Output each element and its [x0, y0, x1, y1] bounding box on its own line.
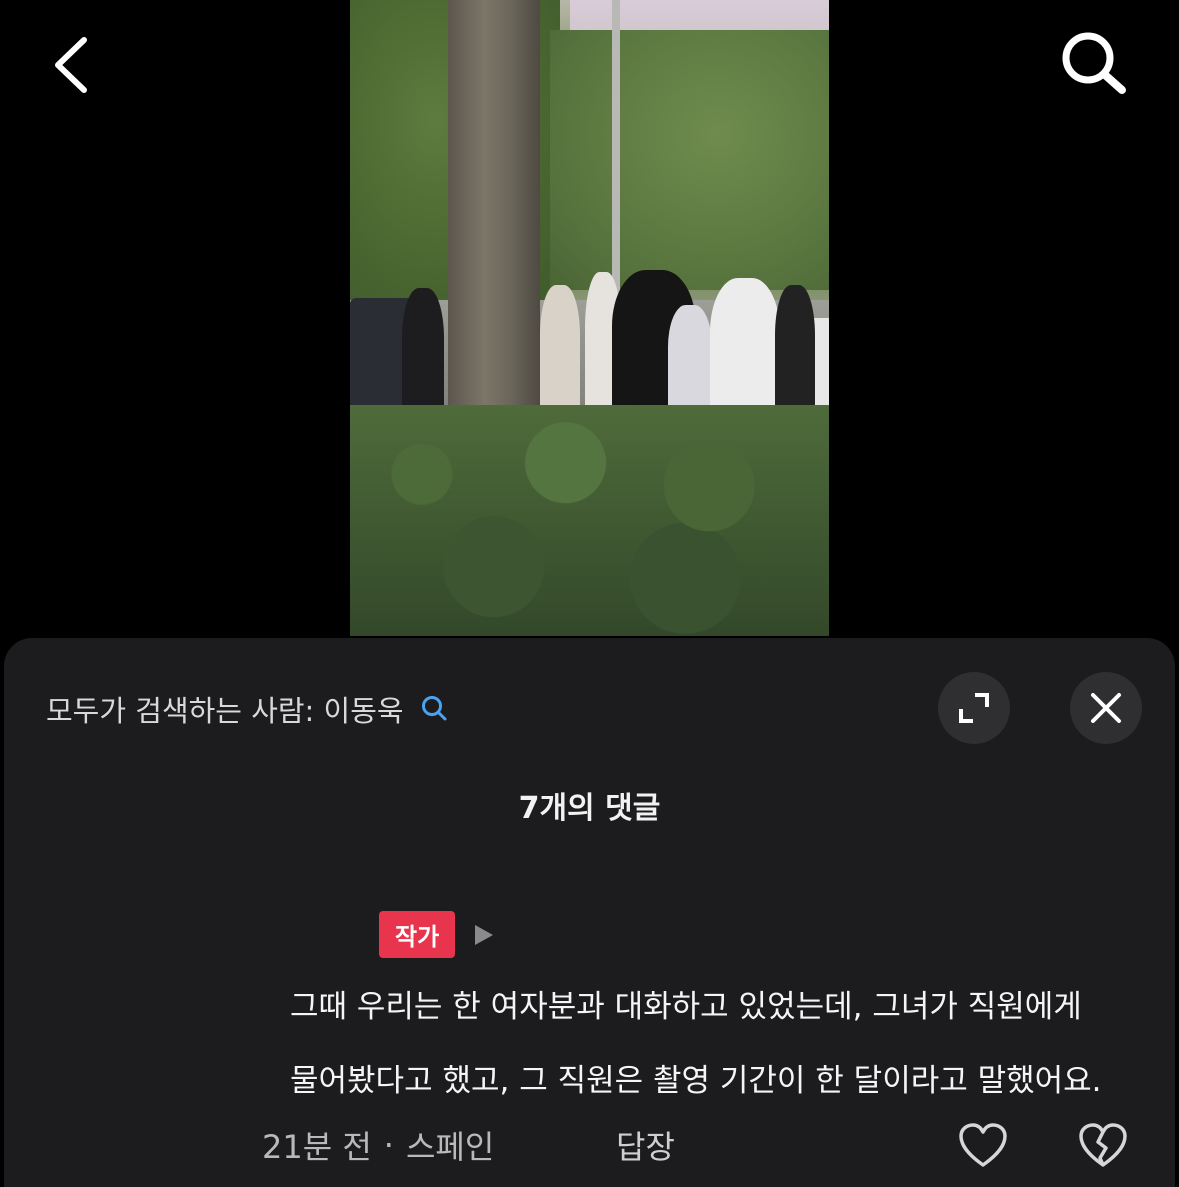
comment-meta: 21분 전 · 스페인 — [262, 1122, 494, 1168]
comments-sheet: 모두가 검색하는 사람: 이동욱 7개의 댓글 작가 그때 우리는 한 여자분과… — [4, 638, 1175, 1187]
search-button[interactable] — [1056, 28, 1132, 98]
video-frame[interactable] — [350, 0, 829, 636]
comment-location: 스페인 — [405, 1128, 495, 1166]
comments-count-title: 7개의 댓글 — [518, 791, 661, 826]
comment-line: 그때 우리는 한 여자분과 대화하고 있었는데, 그녀가 직원에게 — [290, 989, 1082, 1025]
trees-right — [550, 30, 829, 290]
author-badge: 작가 — [379, 911, 456, 958]
expand-icon — [959, 693, 989, 723]
street-pole — [612, 0, 620, 320]
back-button[interactable] — [44, 30, 104, 100]
comment-author-row: 작가 — [379, 911, 495, 958]
tree-trunk — [448, 0, 540, 420]
person — [540, 285, 580, 410]
person — [710, 278, 780, 413]
comment-text: 그때 우리는 한 여자분과 대화하고 있었는데, 그녀가 직원에게 물어봤다고 … — [290, 970, 1150, 1118]
search-icon — [421, 696, 447, 721]
search-icon — [1062, 32, 1126, 94]
dislike-button[interactable] — [1078, 1122, 1128, 1170]
reply-button[interactable]: 답장 — [616, 1122, 675, 1168]
chevron-left-icon — [55, 37, 87, 93]
close-button[interactable] — [1070, 672, 1142, 744]
hedge — [350, 405, 829, 636]
close-icon — [1091, 693, 1121, 723]
comment-line: 물어봤다고 했고, 그 직원은 촬영 기간이 한 달이라고 말했어요. — [290, 1063, 1102, 1099]
expand-button[interactable] — [938, 672, 1010, 744]
comment-time: 21분 전 — [262, 1128, 372, 1166]
video-area[interactable] — [0, 0, 1179, 640]
play-icon[interactable] — [473, 923, 495, 947]
search-suggestion-text: 모두가 검색하는 사람: 이동욱 — [46, 694, 404, 728]
like-button[interactable] — [958, 1122, 1008, 1170]
meta-separator: · — [383, 1126, 394, 1164]
search-suggestion[interactable]: 모두가 검색하는 사람: 이동욱 — [46, 688, 450, 730]
person — [775, 285, 815, 410]
person — [402, 288, 444, 413]
person — [668, 305, 712, 410]
heart-icon — [959, 1123, 1007, 1167]
broken-heart-icon — [1079, 1123, 1127, 1167]
